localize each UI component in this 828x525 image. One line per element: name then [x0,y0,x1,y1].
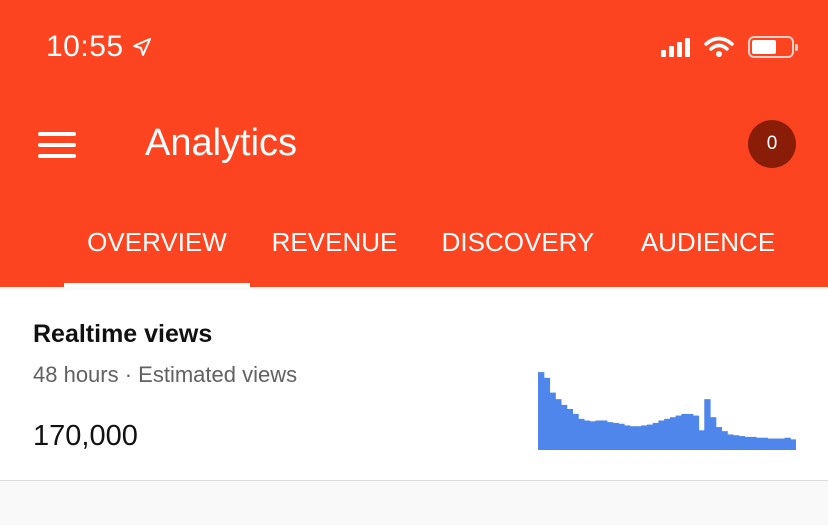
page-title: Analytics [145,122,298,164]
chart-bar [646,424,654,450]
chart-bar [778,438,786,450]
tab-discovery[interactable]: DISCOVERY [432,210,604,287]
hamburger-menu-icon[interactable] [38,132,76,158]
chart-bar [773,438,780,450]
chart-bar [790,439,796,450]
chart-bar [549,392,556,450]
realtime-views-value: 170,000 [33,420,138,452]
cellular-signal-icon [661,37,690,57]
chart-bar [635,426,642,450]
chart-bar [710,417,717,450]
card-subtitle: 48 hours · Estimated views [33,362,298,387]
chart-bar [715,427,723,450]
chart-bar [744,436,751,450]
chart-bar [727,434,734,450]
chart-bar [555,399,562,450]
chart-bar [761,437,768,450]
chart-bar [560,404,568,450]
notification-badge[interactable]: 0 [748,120,796,168]
tab-audience-label: AUDIENCE [640,227,776,257]
chart-bar [750,436,757,450]
chart-bar [624,425,631,450]
chart-bar [767,438,774,450]
tab-audience[interactable]: AUDIENCE [630,210,786,287]
chart-bar [618,423,625,450]
chart-bar [687,413,694,450]
wifi-icon [704,36,734,57]
chart-bar [641,425,648,450]
tab-bar: OVERVIEW REVENUE DISCOVERY AUDIENCE [0,210,828,287]
battery-icon [748,36,798,58]
app-bar: 10:55 Analytics 0 OVERVIEW REVENUE DISCO… [0,0,828,287]
chart-bar [755,437,763,450]
realtime-views-card[interactable]: Realtime views 48 hours · Estimated view… [0,290,828,481]
chart-bar [675,415,682,450]
chart-bar [704,399,711,450]
chart-bar [583,420,591,450]
tab-overview-label: OVERVIEW [87,227,227,257]
chart-bar [538,372,545,450]
tab-revenue[interactable]: REVENUE [262,210,407,287]
chart-bar [572,413,579,450]
chart-bar [652,422,659,450]
realtime-views-chart [538,372,796,450]
status-time-text: 10:55 [46,30,124,63]
chart-bar [612,422,619,450]
chart-bar [606,422,614,450]
status-icons [661,36,798,58]
tab-overview[interactable]: OVERVIEW [64,210,250,287]
chart-bar [692,415,700,450]
chart-bar [658,420,665,450]
location-arrow-icon [132,38,151,56]
chart-bar [721,431,728,450]
chart-bar [664,418,671,450]
card-title: Realtime views [33,320,213,348]
tab-revenue-label: REVENUE [271,227,398,257]
status-time: 10:55 [46,30,152,64]
chart-bar [601,420,608,450]
chart-bar [732,435,740,450]
chart-bar [784,437,791,450]
chart-bar [578,418,585,450]
chart-bar [543,377,551,450]
chart-bar [629,426,637,450]
chart-bar [566,409,573,450]
tab-discovery-label: DISCOVERY [441,227,595,257]
chart-bar [589,421,596,450]
chart-bar [738,436,745,450]
chart-bar [595,420,602,450]
chart-bar [698,430,705,450]
chart-bar [669,417,677,450]
chart-bar [681,413,688,450]
